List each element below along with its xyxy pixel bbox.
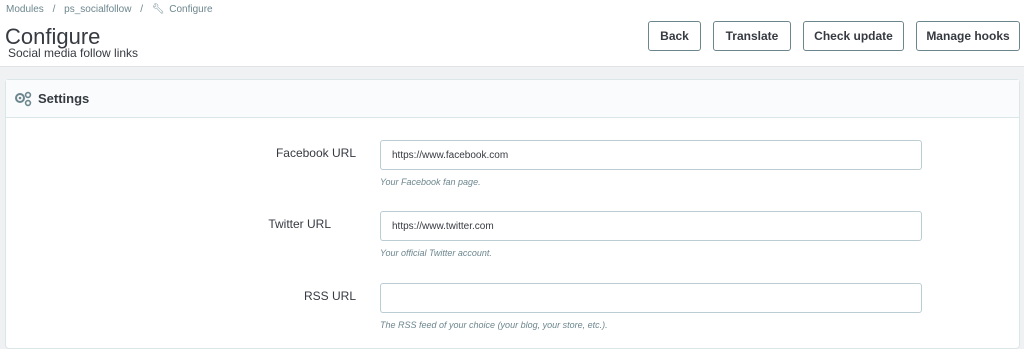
manage-hooks-button[interactable]: Manage hooks — [916, 21, 1020, 51]
rss-url-help: The RSS feed of your choice (your blog, … — [380, 320, 608, 330]
breadcrumb-separator: / — [140, 4, 143, 15]
wrench-icon: 🔧︎ — [151, 4, 165, 15]
gears-icon — [15, 91, 32, 107]
check-update-button[interactable]: Check update — [803, 21, 904, 51]
facebook-url-help: Your Facebook fan page. — [380, 177, 481, 187]
page-header: Modules / ps_socialfollow / 🔧︎ Configure… — [0, 0, 1024, 67]
twitter-url-value: https://www.twitter.com — [392, 220, 494, 232]
twitter-url-input[interactable]: https://www.twitter.com — [380, 211, 922, 241]
facebook-url-input[interactable]: https://www.facebook.com — [380, 140, 922, 170]
toolbar: Back Translate Check update Manage hooks — [0, 21, 1024, 53]
back-button[interactable]: Back — [648, 21, 701, 51]
breadcrumb-item-configure: Configure — [169, 4, 213, 15]
breadcrumb-item-module[interactable]: ps_socialfollow — [64, 4, 131, 15]
breadcrumb: Modules / ps_socialfollow / 🔧︎ Configure — [6, 4, 213, 15]
facebook-url-value: https://www.facebook.com — [392, 149, 509, 161]
translate-button[interactable]: Translate — [713, 21, 791, 51]
twitter-url-label: Twitter URL — [268, 217, 331, 231]
breadcrumb-separator: / — [52, 4, 56, 15]
settings-panel: Settings Facebook URL https://www.facebo… — [5, 79, 1020, 349]
panel-heading: Settings — [6, 80, 1019, 118]
twitter-url-help: Your official Twitter account. — [380, 248, 492, 258]
rss-url-input[interactable] — [380, 283, 922, 313]
rss-url-label: RSS URL — [303, 289, 356, 303]
panel-title: Settings — [38, 91, 90, 106]
facebook-url-label: Facebook URL — [275, 146, 356, 160]
breadcrumb-item-modules[interactable]: Modules — [6, 4, 44, 15]
